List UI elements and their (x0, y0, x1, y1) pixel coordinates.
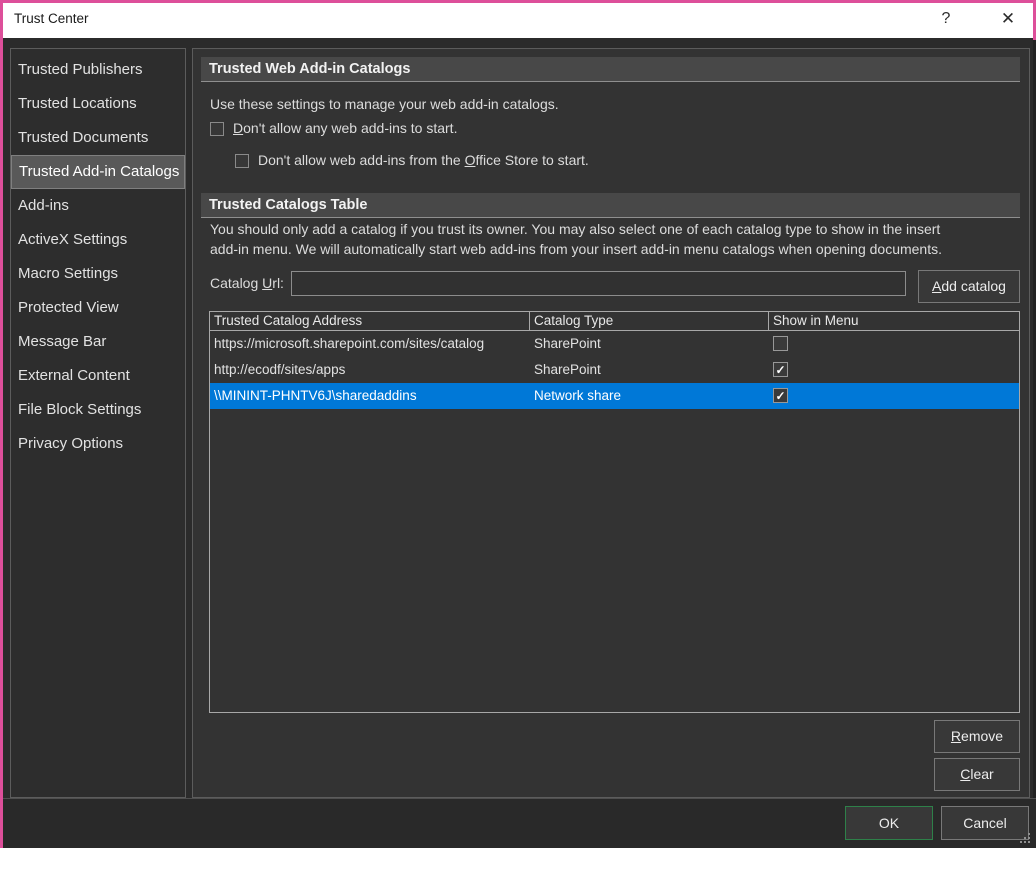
sidebar-item-trusted-addin-catalogs[interactable]: Trusted Add-in Catalogs (11, 155, 185, 189)
table-row[interactable]: \\MININT-PHNTV6J\sharedaddins Network sh… (210, 383, 1019, 409)
trust-center-dialog: Trust Center ? ✕ Trusted Publishers Trus… (0, 0, 1036, 848)
dont-allow-store-webaddins-label[interactable]: Don't allow web add-ins from the Office … (258, 152, 589, 168)
resize-grip-icon[interactable] (1028, 841, 1030, 843)
column-header-catalog-type[interactable]: Catalog Type (530, 312, 769, 331)
catalog-url-label: Catalog Url: (210, 275, 284, 291)
sidebar-item-trusted-locations[interactable]: Trusted Locations (11, 87, 185, 121)
catalog-type-cell: Network share (530, 383, 769, 409)
catalog-address-cell: http://ecodf/sites/apps (210, 357, 530, 383)
sidebar-item-macro-settings[interactable]: Macro Settings (11, 257, 185, 291)
table-row[interactable]: https://microsoft.sharepoint.com/sites/c… (210, 331, 1019, 357)
catalog-url-input[interactable] (291, 271, 906, 296)
category-list: Trusted Publishers Trusted Locations Tru… (10, 48, 186, 798)
show-in-menu-checkbox[interactable] (773, 336, 788, 351)
catalog-type-cell: SharePoint (530, 331, 769, 357)
settings-panel: Trusted Web Add-in Catalogs Use these se… (192, 48, 1030, 798)
catalog-type-cell: SharePoint (530, 357, 769, 383)
show-in-menu-checkbox[interactable]: ✓ (773, 362, 788, 377)
title-bar: Trust Center ? ✕ (0, 0, 1036, 38)
catalog-address-cell: \\MININT-PHNTV6J\sharedaddins (210, 383, 530, 409)
dialog-title: Trust Center (14, 0, 89, 38)
cancel-button[interactable]: Cancel (941, 806, 1029, 840)
close-icon[interactable]: ✕ (991, 4, 1025, 34)
sidebar-item-external-content[interactable]: External Content (11, 359, 185, 393)
footer-bar: OK Cancel (0, 799, 1036, 848)
ok-button[interactable]: OK (845, 806, 933, 840)
catalogs-description-line1: You should only add a catalog if you tru… (210, 221, 940, 237)
web-addin-intro-text: Use these settings to manage your web ad… (210, 96, 559, 112)
table-header-row: Trusted Catalog Address Catalog Type Sho… (210, 312, 1019, 331)
dont-allow-any-webaddins-label[interactable]: Don't allow any web add-ins to start. (233, 120, 457, 136)
show-in-menu-checkbox[interactable]: ✓ (773, 388, 788, 403)
remove-button[interactable]: Remove (934, 720, 1020, 753)
screen: Trust Center ? ✕ Trusted Publishers Trus… (0, 0, 1036, 884)
column-header-address[interactable]: Trusted Catalog Address (210, 312, 530, 331)
highlight-border-left (0, 0, 3, 848)
catalogs-table-section-header: Trusted Catalogs Table (201, 193, 1020, 218)
sidebar-item-trusted-documents[interactable]: Trusted Documents (11, 121, 185, 155)
column-header-show-in-menu[interactable]: Show in Menu (769, 312, 1019, 331)
trusted-catalogs-table: Trusted Catalog Address Catalog Type Sho… (209, 311, 1020, 713)
add-catalog-button[interactable]: Add catalog (918, 270, 1020, 303)
sidebar-item-privacy-options[interactable]: Privacy Options (11, 427, 185, 461)
help-icon[interactable]: ? (929, 4, 963, 34)
web-addin-section-header: Trusted Web Add-in Catalogs (201, 57, 1020, 82)
dont-allow-store-webaddins-checkbox[interactable] (235, 154, 249, 168)
dont-allow-any-webaddins-checkbox[interactable] (210, 122, 224, 136)
catalog-address-cell: https://microsoft.sharepoint.com/sites/c… (210, 331, 530, 357)
table-row[interactable]: http://ecodf/sites/apps SharePoint ✓ (210, 357, 1019, 383)
catalogs-description-line2: add-in menu. We will automatically start… (210, 241, 942, 257)
sidebar-item-trusted-publishers[interactable]: Trusted Publishers (11, 53, 185, 87)
clear-button[interactable]: Clear (934, 758, 1020, 791)
sidebar-item-addins[interactable]: Add-ins (11, 189, 185, 223)
sidebar-item-message-bar[interactable]: Message Bar (11, 325, 185, 359)
sidebar-item-protected-view[interactable]: Protected View (11, 291, 185, 325)
sidebar-item-activex-settings[interactable]: ActiveX Settings (11, 223, 185, 257)
highlight-border-top (0, 0, 1036, 3)
sidebar-item-file-block-settings[interactable]: File Block Settings (11, 393, 185, 427)
